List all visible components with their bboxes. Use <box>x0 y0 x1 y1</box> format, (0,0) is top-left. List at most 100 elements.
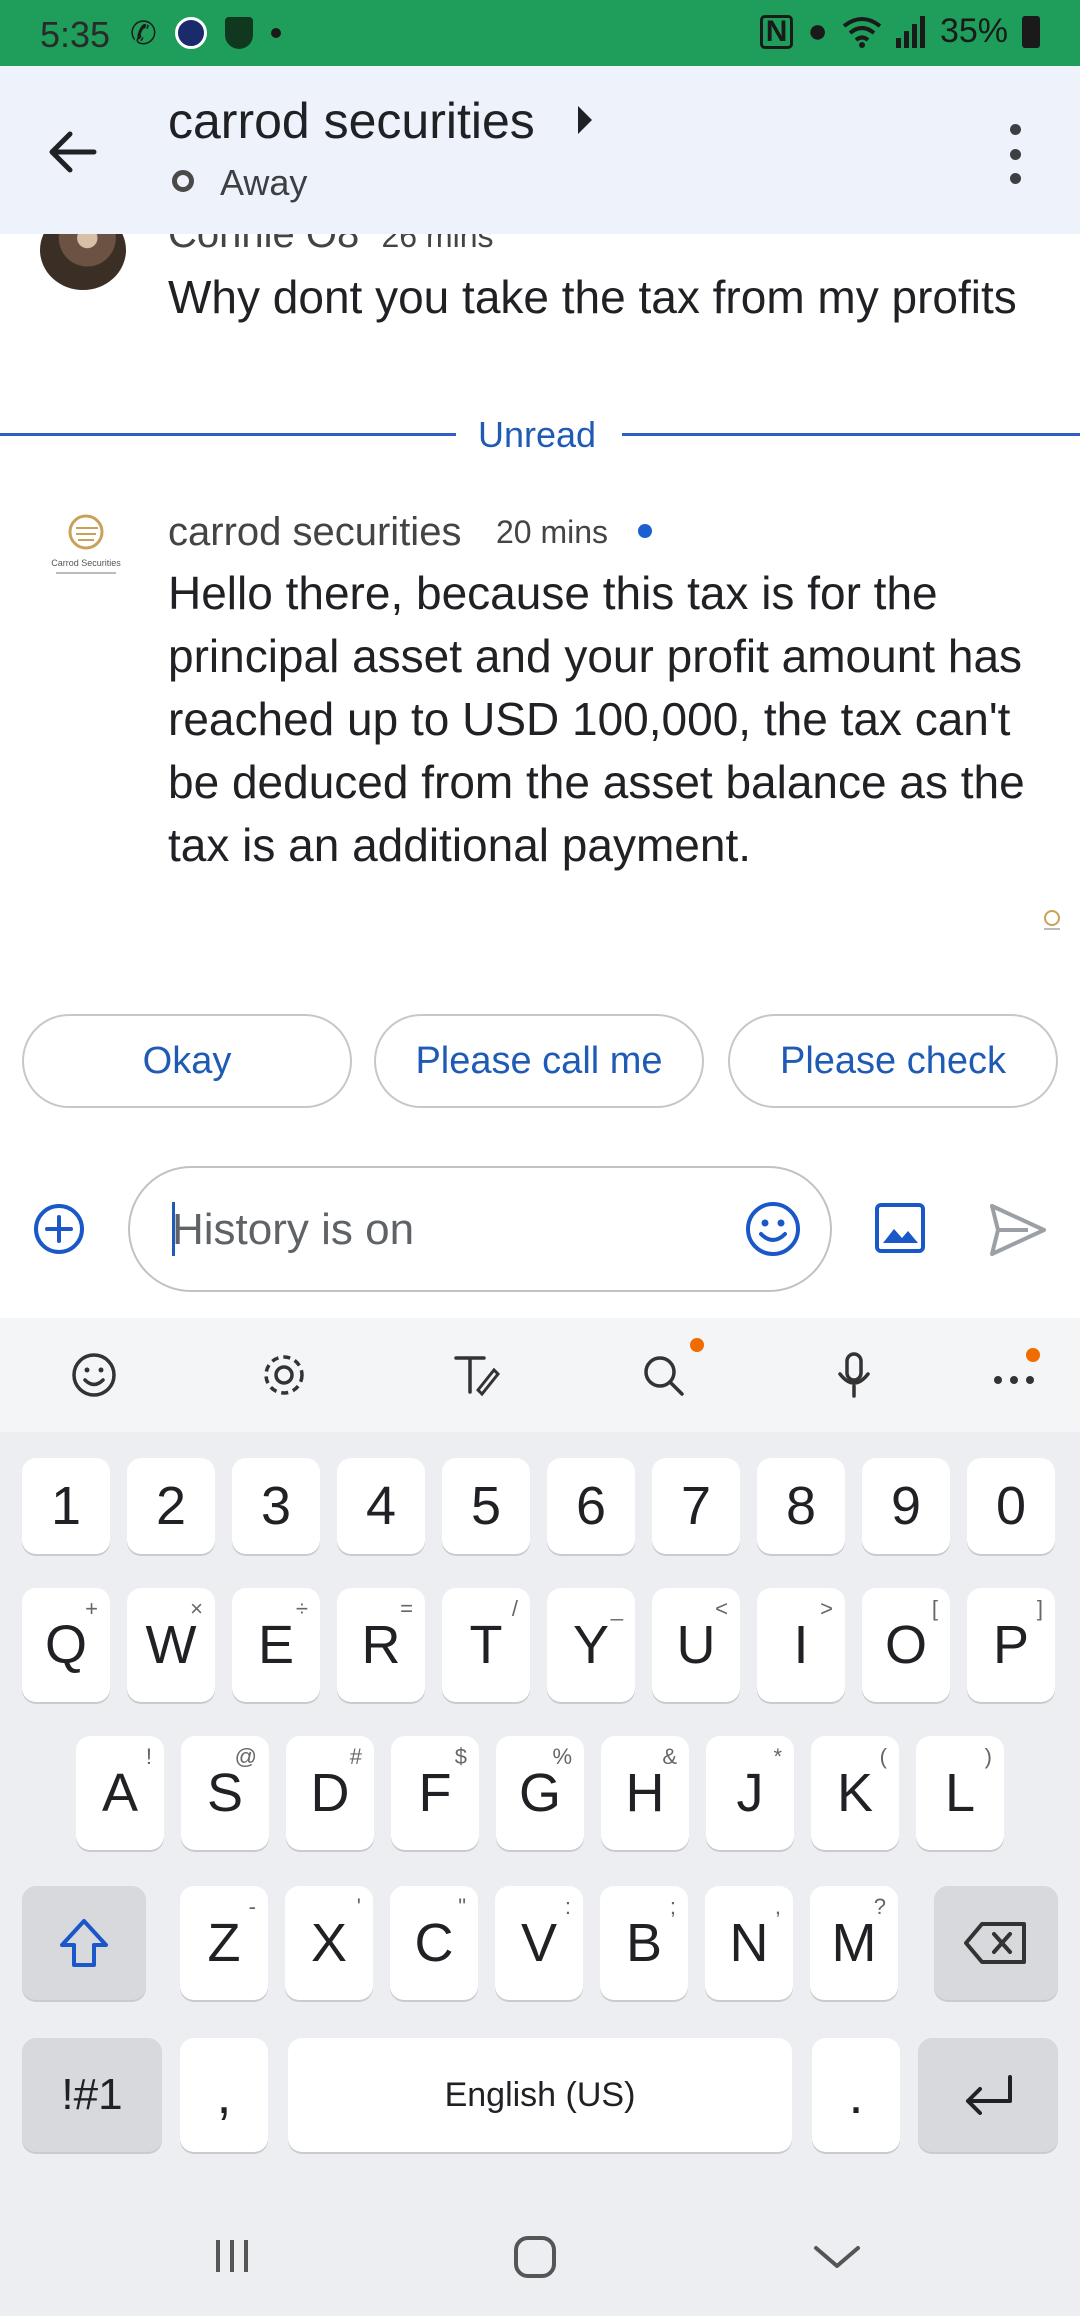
key-secondary-label: = <box>400 1596 413 1621</box>
microphone-icon[interactable] <box>814 1340 894 1410</box>
key-secondary-label: / <box>511 1596 518 1621</box>
key-a[interactable]: A! <box>76 1736 164 1850</box>
key-w[interactable]: W × <box>127 1588 215 1702</box>
key-x[interactable]: X ' <box>285 1886 373 2000</box>
nfc-icon: N <box>759 14 794 49</box>
period-key[interactable]: . <box>812 2038 900 2152</box>
key-label: Y <box>572 1615 610 1675</box>
key-r[interactable]: R = <box>337 1588 425 1702</box>
add-attachment-icon[interactable] <box>32 1202 86 1256</box>
emoji-icon[interactable] <box>744 1200 802 1258</box>
key-g[interactable]: G% <box>496 1736 584 1850</box>
space-key[interactable]: English (US) <box>288 2038 792 2152</box>
message-text[interactable]: Hello there, because this tax is for the… <box>168 562 1038 877</box>
key-secondary-label: # <box>349 1744 362 1769</box>
key-i[interactable]: I > <box>757 1588 845 1702</box>
more-dots-icon[interactable] <box>974 1340 1054 1410</box>
key-label: E <box>257 1615 295 1675</box>
handwriting-icon[interactable] <box>434 1340 514 1410</box>
key-k[interactable]: K( <box>811 1736 899 1850</box>
key-label: 3 <box>260 1476 292 1536</box>
key-t[interactable]: T / <box>442 1588 530 1702</box>
key-s[interactable]: S @ <box>181 1736 269 1850</box>
symbols-key[interactable]: !#1 <box>22 2038 162 2152</box>
more-options-icon[interactable] <box>1000 124 1030 184</box>
key-4[interactable]: 4 <box>337 1458 425 1554</box>
read-receipt-avatar <box>1044 910 1060 930</box>
key-l[interactable]: L) <box>916 1736 1004 1850</box>
key-0[interactable]: 0 <box>967 1458 1055 1554</box>
back-chevron-icon[interactable] <box>812 2242 862 2272</box>
status-left-icons: ✆ <box>130 14 281 52</box>
key-secondary-label: & <box>662 1744 677 1769</box>
key-label: R <box>361 1615 401 1675</box>
sender-logo-avatar[interactable]: Carrod Securities <box>40 510 132 580</box>
key-secondary-label: ] <box>1036 1596 1043 1621</box>
comma-key[interactable]: , <box>180 2038 268 2152</box>
key-1[interactable]: 1 <box>22 1458 110 1554</box>
key-p[interactable]: P] <box>967 1588 1055 1702</box>
presence-status: Away <box>220 162 308 203</box>
gallery-icon[interactable] <box>874 1202 926 1254</box>
key-label: H <box>625 1763 665 1823</box>
key-v[interactable]: V: <box>495 1886 583 2000</box>
key-secondary-label: " <box>458 1894 466 1919</box>
smart-reply-chip[interactable]: Okay <box>22 1014 352 1108</box>
key-secondary-label: : <box>564 1894 571 1919</box>
key-b[interactable]: B; <box>600 1886 688 2000</box>
enter-key[interactable] <box>918 2038 1058 2152</box>
back-arrow-icon[interactable] <box>44 124 100 180</box>
key-u[interactable]: U < <box>652 1588 740 1702</box>
key-8[interactable]: 8 <box>757 1458 845 1554</box>
key-secondary-label: < <box>715 1596 728 1621</box>
key-label: 6 <box>575 1476 607 1536</box>
shift-key[interactable] <box>22 1886 146 2000</box>
key-z[interactable]: Z- <box>180 1886 268 2000</box>
key-y[interactable]: Y _ <box>547 1588 635 1702</box>
key-e[interactable]: E ÷ <box>232 1588 320 1702</box>
key-label: A <box>101 1763 139 1823</box>
key-label: L <box>944 1763 976 1823</box>
key-m[interactable]: M? <box>810 1886 898 2000</box>
key-c[interactable]: C " <box>390 1886 478 2000</box>
smart-reply-chip[interactable]: Please call me <box>374 1014 704 1108</box>
settings-gear-icon[interactable] <box>244 1340 324 1410</box>
key-3[interactable]: 3 <box>232 1458 320 1554</box>
message-sender: Connie O8 26 mins <box>168 234 494 257</box>
message-text[interactable]: Why dont you take the tax from my profit… <box>168 266 1018 329</box>
home-icon[interactable] <box>512 2234 558 2280</box>
key-n[interactable]: N, <box>705 1886 793 2000</box>
backspace-key[interactable] <box>934 1886 1058 2000</box>
key-secondary-label: + <box>85 1596 98 1621</box>
key-d[interactable]: D # <box>286 1736 374 1850</box>
key-f[interactable]: F $ <box>391 1736 479 1850</box>
conversation-title[interactable]: carrod securities <box>168 92 535 150</box>
key-9[interactable]: 9 <box>862 1458 950 1554</box>
emoji-keyboard-icon[interactable] <box>54 1340 134 1410</box>
location-icon: ● <box>807 12 828 50</box>
key-7[interactable]: 7 <box>652 1458 740 1554</box>
recent-apps-icon[interactable] <box>210 2234 254 2278</box>
key-2[interactable]: 2 <box>127 1458 215 1554</box>
key-h[interactable]: H & <box>601 1736 689 1850</box>
chevron-right-icon[interactable] <box>578 106 592 134</box>
system-navigation-bar <box>0 2200 1080 2316</box>
battery-percent: 35% <box>939 12 1008 50</box>
key-secondary-label: × <box>190 1596 203 1621</box>
key-j[interactable]: J * <box>706 1736 794 1850</box>
key-label: N <box>729 1913 769 1973</box>
send-icon[interactable] <box>988 1202 1048 1258</box>
enter-icon <box>966 2075 1012 2115</box>
smart-reply-chip[interactable]: Please check <box>728 1014 1058 1108</box>
key-secondary-label: * <box>773 1744 782 1769</box>
key-label: T <box>469 1615 503 1675</box>
status-bar: 5:35 ✆ N ● 35% <box>0 0 1080 66</box>
key-o[interactable]: O[ <box>862 1588 950 1702</box>
key-q[interactable]: Q + <box>22 1588 110 1702</box>
key-6[interactable]: 6 <box>547 1458 635 1554</box>
signal-icon <box>895 15 925 48</box>
key-secondary-label: ; <box>669 1894 676 1919</box>
key-secondary-label: ? <box>873 1894 886 1919</box>
avatar[interactable] <box>40 234 126 290</box>
key-5[interactable]: 5 <box>442 1458 530 1554</box>
